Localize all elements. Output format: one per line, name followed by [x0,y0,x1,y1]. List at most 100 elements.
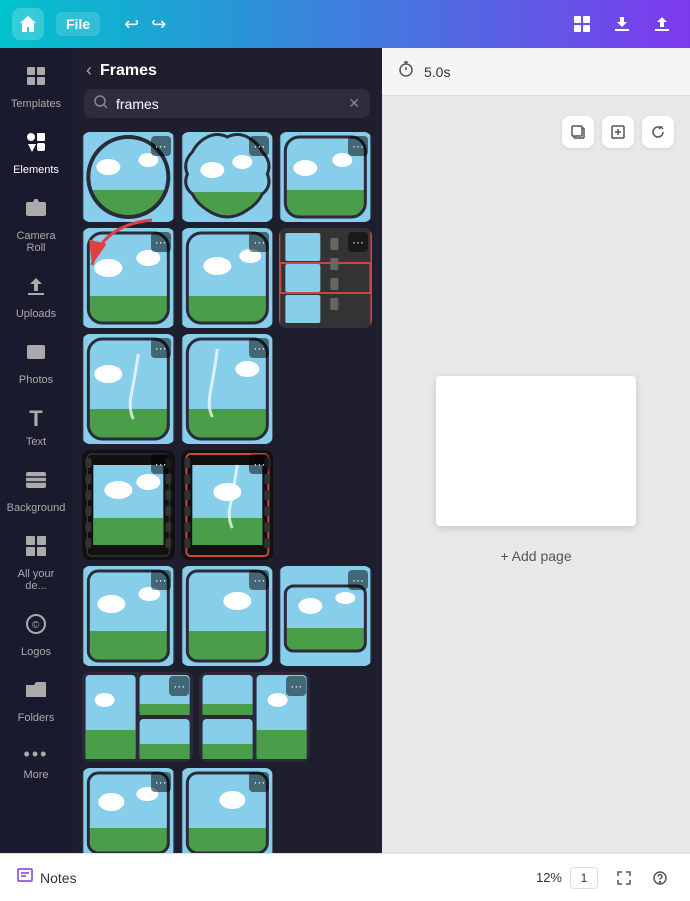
frame-item-portrait-4[interactable]: ··· [181,566,274,666]
home-button[interactable] [12,8,44,40]
camera-roll-icon [24,196,48,226]
file-menu[interactable]: File [56,12,100,36]
frame-row-1: ··· ··· [82,132,372,222]
frame-item-tall-1[interactable]: ··· [82,334,175,444]
frame-more-14[interactable]: ··· [169,676,189,696]
sidebar-label-uploads: Uploads [16,308,56,320]
elements-icon [24,130,48,160]
main-layout: Templates Elements Camera Roll [0,48,690,853]
frame-item-extra-1[interactable]: ··· [82,768,175,853]
sidebar-item-templates[interactable]: Templates [4,56,68,118]
bottom-right [610,864,674,892]
sidebar-item-logos[interactable]: © Logos [4,604,68,666]
frame-item-multi-2[interactable]: ··· [199,672,310,762]
sidebar-label-logos: Logos [21,646,51,658]
templates-icon [24,64,48,94]
timer-text: 5.0s [424,64,450,80]
sidebar-item-camera-roll[interactable]: Camera Roll [4,188,68,262]
sidebar-label-text: Text [26,436,46,448]
frame-more-5[interactable]: ··· [249,232,269,252]
canvas-actions [562,116,674,148]
panel-back-button[interactable]: ‹ [86,60,92,81]
frame-item-extra-2[interactable]: ··· [181,768,274,853]
frame-more-11[interactable]: ··· [151,570,171,590]
frame-item-multi-1[interactable]: ··· [82,672,193,762]
sidebar-label-background: Background [7,502,66,514]
frame-item-rounded-sq[interactable]: ··· [279,132,372,222]
notes-icon [16,866,34,889]
search-clear-button[interactable]: ✕ [348,95,360,112]
help-button[interactable] [646,864,674,892]
download-button[interactable] [606,8,638,40]
sidebar-item-elements[interactable]: Elements [4,122,68,184]
expand-button[interactable] [610,864,638,892]
search-input[interactable] [116,96,340,112]
topbar-actions [566,8,678,40]
frame-item-tall-2[interactable]: ··· [181,334,274,444]
frame-item-filmstrip[interactable]: ··· [279,228,372,328]
sidebar-label-all-your-de: All your de... [8,568,64,592]
frame-item-film-1[interactable]: ··· [82,450,175,560]
sidebar-item-more[interactable]: ••• More [4,736,68,789]
notes-button[interactable]: Notes [16,866,77,889]
more-icon: ••• [24,744,49,765]
refresh-button[interactable] [642,116,674,148]
sidebar-item-text[interactable]: T Text [4,398,68,456]
bottom-middle: 12% 1 [536,867,598,889]
frame-row-4: ··· [82,450,372,560]
uploads-icon [24,274,48,304]
frame-item-film-2[interactable]: ··· [181,450,274,560]
canvas-top-bar: 5.0s [382,48,690,96]
frame-item-portrait-1[interactable]: ··· [82,228,175,328]
frame-more-9[interactable]: ··· [151,454,171,474]
frame-more-10[interactable]: ··· [249,454,269,474]
sidebar-label-folders: Folders [18,712,55,724]
sidebar-label-templates: Templates [11,98,61,110]
search-bar: ✕ [84,89,370,118]
frame-more-15[interactable]: ··· [286,676,306,696]
canvas-slide [436,376,636,526]
frame-more-8[interactable]: ··· [249,338,269,358]
timer-icon [398,61,414,82]
frame-more-17[interactable]: ··· [249,772,269,792]
frame-more-4[interactable]: ··· [151,232,171,252]
panel: ‹ Frames ✕ ··· [72,48,382,853]
frame-more-13[interactable]: ··· [348,570,368,590]
sidebar-item-folders[interactable]: Folders [4,670,68,732]
add-page-button[interactable]: + Add page [436,538,636,574]
frame-grid: ··· ··· [72,128,382,853]
frame-more-3[interactable]: ··· [348,136,368,156]
notes-label: Notes [40,870,77,886]
add-slide-button[interactable] [602,116,634,148]
frame-item-circle[interactable]: ··· [82,132,175,222]
svg-text:©: © [32,620,40,631]
panel-header: ‹ Frames [72,48,382,89]
frame-more-7[interactable]: ··· [151,338,171,358]
undo-button[interactable]: ↩ [120,10,143,39]
photos-icon [24,340,48,370]
frame-more-16[interactable]: ··· [151,772,171,792]
frame-item-wavy[interactable]: ··· [181,132,274,222]
frame-item-portrait-2[interactable]: ··· [181,228,274,328]
frame-item-landscape-1[interactable]: ··· [279,566,372,666]
sidebar-item-uploads[interactable]: Uploads [4,266,68,328]
sidebar-item-photos[interactable]: Photos [4,332,68,394]
frame-more-1[interactable]: ··· [151,136,171,156]
frame-row-5: ··· ··· [82,566,372,666]
frame-item-portrait-3[interactable]: ··· [82,566,175,666]
logos-icon: © [24,612,48,642]
redo-button[interactable]: ↪ [147,10,170,39]
all-your-de-icon [24,534,48,564]
sidebar-item-background[interactable]: Background [4,460,68,522]
grid-button[interactable] [566,8,598,40]
search-icon [94,95,108,112]
frame-more-2[interactable]: ··· [249,136,269,156]
frame-row-7: ··· ··· [82,768,372,853]
sidebar-item-all-your-de[interactable]: All your de... [4,526,68,600]
frame-more-6[interactable]: ··· [348,232,368,252]
duplicate-slide-button[interactable] [562,116,594,148]
sidebar-label-more: More [23,769,48,781]
share-button[interactable] [646,8,678,40]
background-icon [24,468,48,498]
frame-more-12[interactable]: ··· [249,570,269,590]
